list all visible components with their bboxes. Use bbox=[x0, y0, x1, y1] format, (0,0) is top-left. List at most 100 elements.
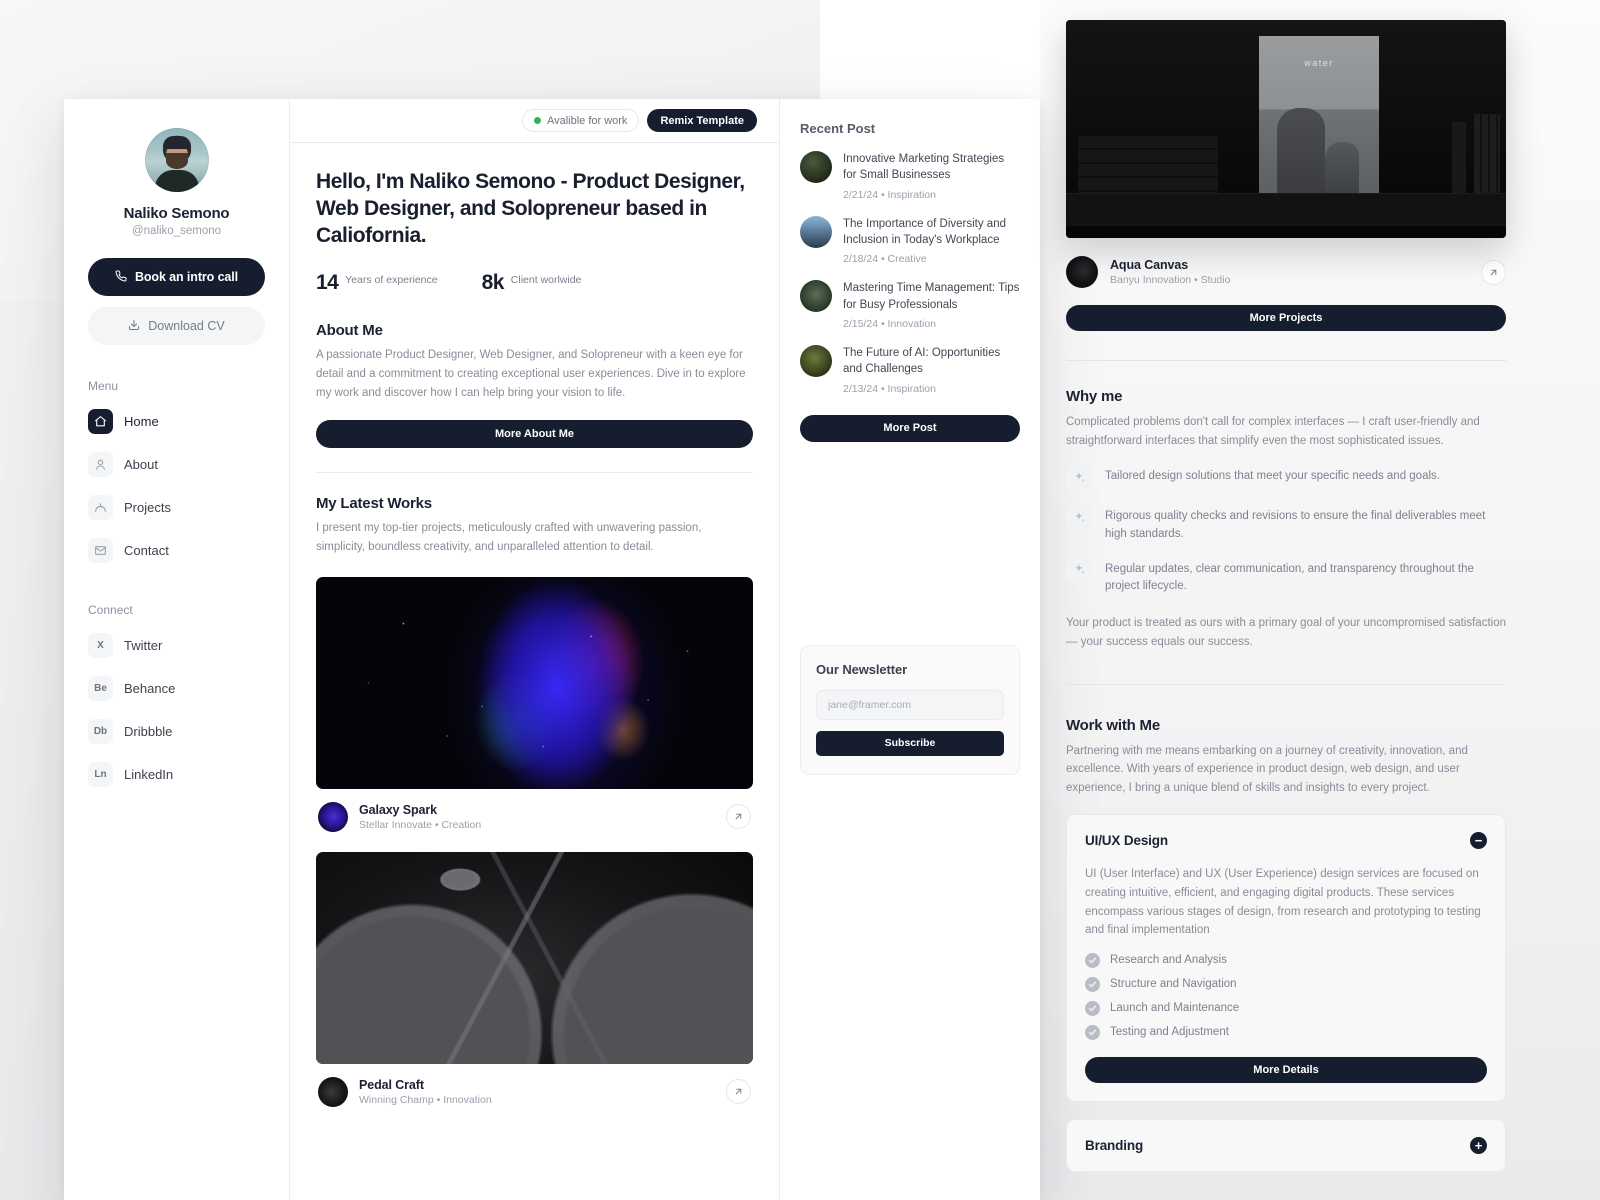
minus-icon[interactable]: − bbox=[1470, 832, 1487, 850]
accordion-header[interactable]: UI/UX Design − bbox=[1085, 832, 1487, 850]
recent-posts-column: Recent Post Innovative Marketing Strateg… bbox=[780, 99, 1040, 1200]
more-projects-button[interactable]: More Projects bbox=[1066, 305, 1506, 331]
home-icon bbox=[88, 409, 113, 434]
divider bbox=[1066, 360, 1506, 361]
feature-text: Tailored design solutions that meet your… bbox=[1105, 470, 1440, 483]
stat-clients: 8k Client worlwide bbox=[481, 270, 582, 294]
plus-icon[interactable]: + bbox=[1470, 1136, 1487, 1154]
right-panel: water Aqua Canvas Banyu Innovation • Stu… bbox=[1066, 20, 1506, 1200]
profile-name: Naliko Semono bbox=[123, 205, 230, 222]
featured-project-image[interactable]: water bbox=[1066, 20, 1506, 238]
project-image bbox=[316, 851, 753, 1064]
post-thumbnail bbox=[800, 151, 832, 183]
newsletter-email-input[interactable] bbox=[816, 689, 1004, 720]
availability-badge: Avalible for work bbox=[521, 109, 640, 132]
open-project-arrow-icon[interactable] bbox=[726, 804, 751, 830]
project-card-pedal-craft[interactable]: Pedal Craft Winning Champ • Innovation bbox=[316, 851, 753, 1107]
more-post-label: More Post bbox=[883, 422, 937, 435]
project-name: Pedal Craft bbox=[359, 1077, 424, 1092]
menu-group-label: Menu bbox=[88, 379, 119, 393]
list-item: Launch and Maintenance bbox=[1085, 1000, 1487, 1016]
project-thumbnail bbox=[318, 1076, 348, 1107]
post-thumbnail bbox=[800, 215, 832, 248]
post-item[interactable]: The Future of AI: Opportunities and Chal… bbox=[800, 344, 1020, 395]
why-me-intro: Complicated problems don't call for comp… bbox=[1066, 416, 1480, 447]
featured-project-meta: Aqua Canvas Banyu Innovation • Studio bbox=[1066, 256, 1506, 288]
subscribe-button[interactable]: Subscribe bbox=[816, 730, 1004, 756]
stats-row: 14 Years of experience 8k Client worlwid… bbox=[316, 270, 753, 294]
feature-text: Regular updates, clear communication, an… bbox=[1105, 562, 1474, 592]
dribbble-icon: Db bbox=[88, 719, 113, 744]
project-card-galaxy-spark[interactable]: Galaxy Spark Stellar Innovate • Creation bbox=[316, 576, 753, 832]
sidebar-item-about[interactable]: About bbox=[88, 446, 265, 483]
check-icon bbox=[1085, 1000, 1100, 1016]
sidebar-item-home[interactable]: Home bbox=[88, 403, 265, 440]
post-item[interactable]: The Importance of Diversity and Inclusio… bbox=[800, 215, 1020, 265]
main-content-column: Avalible for work Remix Template Hello, … bbox=[290, 99, 780, 1200]
list-item-label: Launch and Maintenance bbox=[1110, 1002, 1240, 1015]
open-featured-project-arrow-icon[interactable] bbox=[1481, 259, 1506, 285]
work-with-me-section: Work with Me Partnering with me means em… bbox=[1066, 717, 1506, 1172]
more-about-me-label: More About Me bbox=[494, 427, 575, 440]
stat-label: Years of experience bbox=[345, 273, 438, 286]
works-body: I present my top-tier projects, meticulo… bbox=[316, 521, 702, 553]
post-title: The Future of AI: Opportunities and Chal… bbox=[843, 346, 1001, 376]
why-me-outro: Your product is treated as ours with a p… bbox=[1066, 617, 1506, 648]
feature-item: Tailored design solutions that meet your… bbox=[1066, 464, 1506, 491]
download-cv-button[interactable]: Download CV bbox=[88, 307, 265, 345]
sidebar-item-label: Twitter bbox=[124, 638, 163, 653]
accordion-body: UI (User Interface) and UX (User Experie… bbox=[1085, 868, 1481, 937]
post-thumbnail bbox=[800, 280, 832, 313]
sidebar-item-dribbble[interactable]: Db Dribbble bbox=[88, 713, 265, 750]
project-thumbnail bbox=[318, 801, 348, 832]
open-project-arrow-icon[interactable] bbox=[726, 1079, 751, 1105]
post-item[interactable]: Innovative Marketing Strategies for Smal… bbox=[800, 151, 1020, 201]
sparkle-icon bbox=[1066, 556, 1092, 583]
list-item-label: Structure and Navigation bbox=[1110, 978, 1237, 991]
post-meta: 2/13/24 • Inspiration bbox=[843, 382, 936, 395]
project-image bbox=[316, 576, 753, 789]
book-intro-call-label: Book an intro call bbox=[134, 270, 239, 284]
about-body: A passionate Product Designer, Web Desig… bbox=[316, 348, 746, 399]
about-title: About Me bbox=[316, 321, 383, 339]
more-post-button[interactable]: More Post bbox=[800, 414, 1020, 442]
sparkle-icon bbox=[1066, 464, 1092, 491]
sidebar-item-twitter[interactable]: X Twitter bbox=[88, 627, 265, 664]
more-details-button[interactable]: More Details bbox=[1085, 1056, 1487, 1083]
more-about-me-button[interactable]: More About Me bbox=[316, 419, 753, 448]
availability-label: Avalible for work bbox=[546, 114, 628, 127]
profile-handle: @naliko_semono bbox=[131, 225, 222, 237]
featured-project-subtitle: Banyu Innovation • Studio bbox=[1110, 274, 1231, 286]
sidebar-item-linkedin[interactable]: Ln LinkedIn bbox=[88, 756, 265, 793]
stat-label: Client worlwide bbox=[510, 273, 582, 286]
stat-value: 8k bbox=[481, 270, 505, 294]
sidebar-item-label: Projects bbox=[124, 500, 171, 515]
works-section: My Latest Works I present my top-tier pr… bbox=[316, 495, 753, 557]
status-dot-icon bbox=[533, 117, 541, 124]
remix-template-button[interactable]: Remix Template bbox=[647, 109, 757, 132]
divider bbox=[316, 471, 753, 473]
poster-word: water bbox=[1304, 58, 1334, 68]
divider bbox=[1066, 683, 1506, 685]
stat-value: 14 bbox=[316, 270, 339, 294]
sidebar-item-behance[interactable]: Be Behance bbox=[88, 670, 265, 707]
list-item-label: Research and Analysis bbox=[1110, 954, 1227, 967]
sidebar-item-projects[interactable]: Projects bbox=[88, 489, 265, 526]
post-item[interactable]: Mastering Time Management: Tips for Busy… bbox=[800, 280, 1020, 330]
featured-project-name: Aqua Canvas bbox=[1110, 258, 1189, 272]
newsletter-title: Our Newsletter bbox=[816, 661, 908, 677]
accordion-header[interactable]: Branding + bbox=[1085, 1136, 1487, 1154]
accordion-title: UI/UX Design bbox=[1085, 833, 1168, 849]
list-item: Structure and Navigation bbox=[1085, 976, 1487, 992]
linkedin-icon: Ln bbox=[88, 762, 113, 787]
feature-item: Rigorous quality checks and revisions to… bbox=[1066, 504, 1506, 543]
sidebar-item-contact[interactable]: Contact bbox=[88, 532, 265, 569]
mail-icon bbox=[88, 538, 113, 563]
accordion-ui-ux-design: UI/UX Design − UI (User Interface) and U… bbox=[1066, 814, 1506, 1102]
project-meta: Pedal Craft Winning Champ • Innovation bbox=[316, 1064, 753, 1107]
post-meta: 2/21/24 • Inspiration bbox=[843, 188, 936, 201]
projects-icon bbox=[88, 495, 113, 520]
post-meta: 2/15/24 • Innovation bbox=[843, 317, 936, 330]
book-intro-call-button[interactable]: Book an intro call bbox=[88, 258, 265, 296]
sidebar-item-label: Contact bbox=[124, 543, 169, 558]
